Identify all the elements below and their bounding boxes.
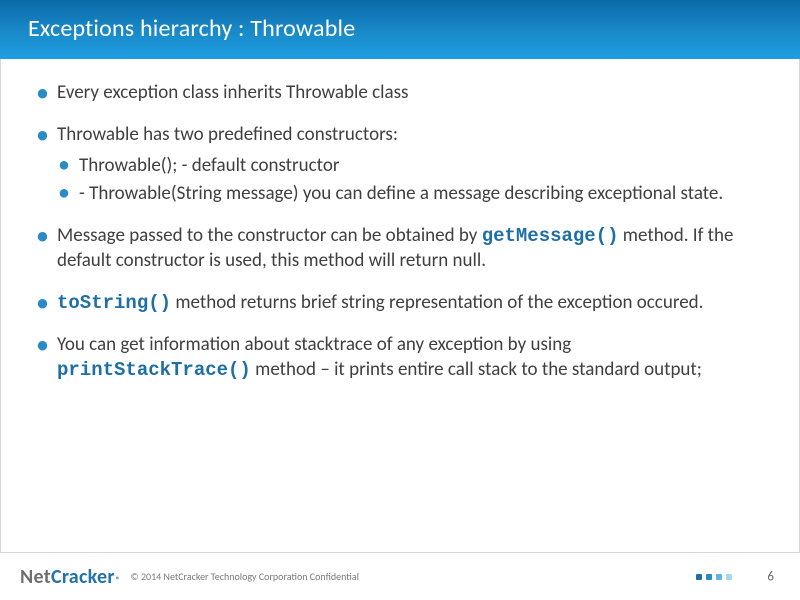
bullet-text: Throwable(); - default constructor <box>79 154 340 177</box>
bullet-item: You can get information about stacktrace… <box>35 333 765 382</box>
code-tostring: toString() <box>57 292 171 314</box>
slide-content: Every exception class inherits Throwable… <box>0 59 800 552</box>
bullet-item: Message passed to the constructor can be… <box>35 224 765 273</box>
copyright: © 2014 NetCracker Technology Corporation… <box>130 570 359 583</box>
logo-cracker: Cracker <box>51 565 115 589</box>
slide-title: Exceptions hierarchy : Throwable <box>0 0 800 59</box>
slide: Exceptions hierarchy : Throwable Every e… <box>0 0 800 600</box>
logo-registered: ® <box>116 575 121 586</box>
bullet-text: - Throwable(String message) you can defi… <box>79 182 723 205</box>
bullet-item: Every exception class inherits Throwable… <box>35 81 765 105</box>
code-getmessage: getMessage() <box>482 225 619 247</box>
bullet-text: Every exception class inherits Throwable… <box>57 81 408 104</box>
bullet-text: method returns brief string representati… <box>171 291 703 314</box>
logo: NetCracker® <box>20 565 120 589</box>
page-number: 6 <box>767 569 774 584</box>
sub-bullet-item: Throwable(); - default constructor <box>57 154 765 178</box>
bullet-text: Throwable has two predefined constructor… <box>57 123 398 146</box>
sub-bullet-item: - Throwable(String message) you can defi… <box>57 182 765 206</box>
code-printstacktrace: printStackTrace() <box>57 359 251 381</box>
brand-dots-icon <box>696 574 732 580</box>
bullet-text: Message passed to the constructor can be… <box>57 224 482 247</box>
bullet-text: method – it prints entire call stack to … <box>251 358 702 381</box>
bullet-item: toString() method returns brief string r… <box>35 291 765 315</box>
logo-net: Net <box>20 565 51 589</box>
footer: NetCracker® © 2014 NetCracker Technology… <box>0 552 800 600</box>
bullet-item: Throwable has two predefined constructor… <box>35 123 765 206</box>
bullet-text: You can get information about stacktrace… <box>57 333 571 356</box>
